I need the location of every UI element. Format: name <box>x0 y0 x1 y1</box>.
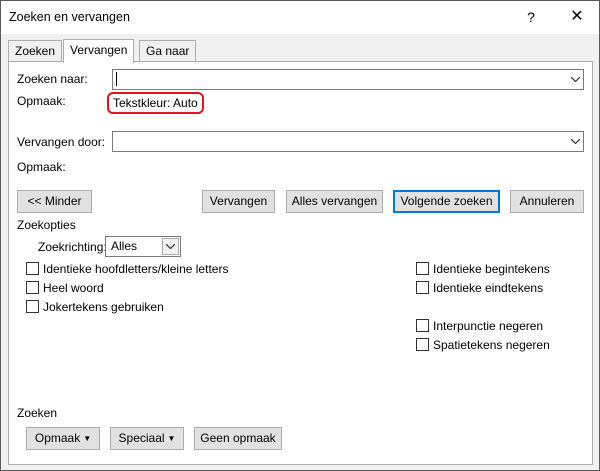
chevron-down-icon[interactable] <box>162 238 179 255</box>
match-suffix-checkbox[interactable] <box>416 281 429 294</box>
replace-format-label: Opmaak: <box>17 160 66 174</box>
format-button[interactable]: Opmaak ▼ <box>26 427 100 450</box>
direction-value: Alles <box>111 239 138 253</box>
find-label: Zoeken naar: <box>17 72 88 86</box>
replace-button[interactable]: Vervangen <box>202 190 275 213</box>
less-button[interactable]: << Minder <box>17 190 92 213</box>
format-button-label: Opmaak <box>34 431 81 445</box>
match-suffix-label[interactable]: Identieke eindtekens <box>433 281 543 295</box>
help-button[interactable]: ? <box>509 5 553 29</box>
dropdown-arrow-icon: ▼ <box>83 434 92 443</box>
whole-word-label[interactable]: Heel woord <box>43 281 104 295</box>
ignore-punctuation-label[interactable]: Interpunctie negeren <box>433 319 543 333</box>
find-format-value: Tekstkleur: Auto <box>107 92 204 114</box>
cancel-button[interactable]: Annuleren <box>510 190 584 213</box>
replace-input[interactable] <box>112 131 584 152</box>
special-button-label: Speciaal <box>118 431 165 445</box>
special-button[interactable]: Speciaal ▼ <box>110 427 184 450</box>
find-section-title: Zoeken <box>17 406 58 420</box>
tab-ga-naar[interactable]: Ga naar <box>139 40 197 62</box>
tab-label: Zoeken <box>15 44 56 58</box>
chevron-down-icon[interactable] <box>565 70 583 89</box>
direction-label: Zoekrichting: <box>38 240 107 254</box>
find-next-button[interactable]: Volgende zoeken <box>393 190 500 213</box>
tab-zoeken[interactable]: Zoeken <box>8 40 63 62</box>
match-prefix-checkbox[interactable] <box>416 262 429 275</box>
search-options-title: Zoekopties <box>17 218 76 232</box>
window-title: Zoeken en vervangen <box>9 10 130 24</box>
ignore-whitespace-checkbox[interactable] <box>416 338 429 351</box>
tab-label: Ga naar <box>146 44 190 58</box>
close-button[interactable]: ✕ <box>555 5 599 29</box>
chevron-down-icon[interactable] <box>565 132 583 151</box>
whole-word-checkbox[interactable] <box>26 281 39 294</box>
no-format-button[interactable]: Geen opmaak <box>194 427 282 450</box>
wildcards-label[interactable]: Jokertekens gebruiken <box>43 300 164 314</box>
ignore-whitespace-label[interactable]: Spatietekens negeren <box>433 338 550 352</box>
direction-select[interactable]: Alles <box>105 236 181 257</box>
wildcards-checkbox[interactable] <box>26 300 39 313</box>
ignore-punctuation-checkbox[interactable] <box>416 319 429 332</box>
match-case-checkbox[interactable] <box>26 262 39 275</box>
tab-label: Vervangen <box>70 43 128 57</box>
tab-vervangen[interactable]: Vervangen <box>63 39 135 63</box>
dropdown-arrow-icon: ▼ <box>167 434 176 443</box>
match-case-label[interactable]: Identieke hoofdletters/kleine letters <box>43 262 228 276</box>
replace-label: Vervangen door: <box>17 135 106 149</box>
find-input[interactable] <box>112 69 584 90</box>
title-bar: Zoeken en vervangen ? ✕ <box>1 1 599 34</box>
find-replace-dialog: Zoeken en vervangen ? ✕ Zoeken Vervangen… <box>0 0 600 471</box>
find-format-label: Opmaak: <box>17 94 66 108</box>
replace-all-button[interactable]: Alles vervangen <box>286 190 383 213</box>
text-caret <box>116 72 117 86</box>
match-prefix-label[interactable]: Identieke begintekens <box>433 262 550 276</box>
